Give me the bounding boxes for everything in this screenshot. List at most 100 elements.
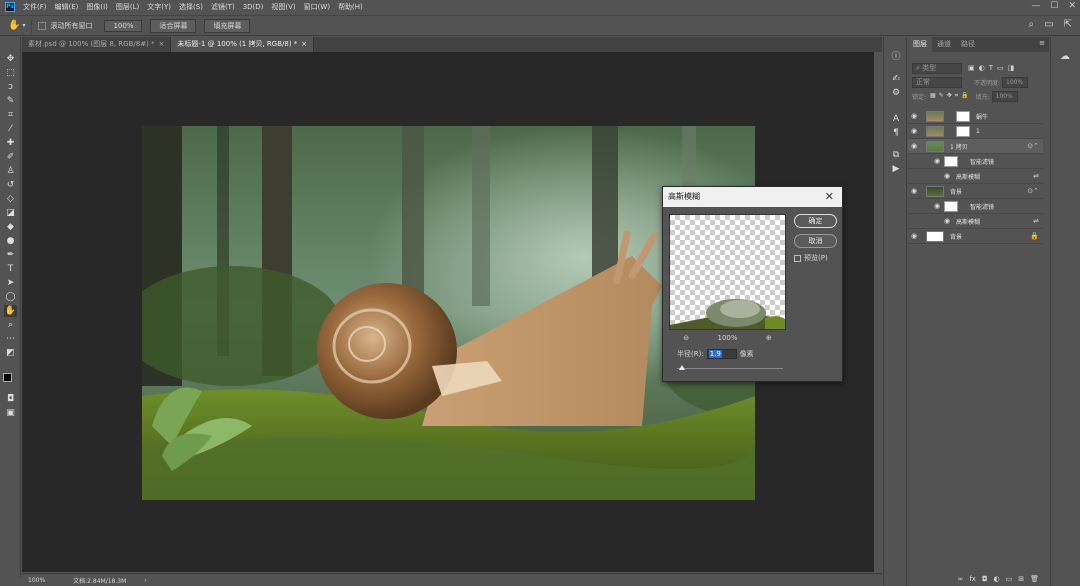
close-icon[interactable]: × bbox=[159, 40, 165, 48]
blend-mode-select[interactable]: 正常 bbox=[912, 76, 962, 88]
fx-icon[interactable]: fx bbox=[969, 575, 976, 583]
menu-type[interactable]: 文字(Y) bbox=[147, 2, 171, 12]
hand-tool-icon[interactable]: ✋ bbox=[8, 20, 20, 31]
layer-row[interactable]: ◉ 1 bbox=[908, 124, 1043, 139]
radius-slider-thumb[interactable] bbox=[679, 365, 685, 370]
radius-slider[interactable] bbox=[677, 365, 783, 370]
clone-source-icon[interactable]: ⧉ bbox=[890, 149, 902, 161]
brush-settings-icon[interactable]: ✍ bbox=[890, 73, 902, 85]
dodge-tool-icon[interactable]: ● bbox=[4, 235, 17, 247]
eye-icon[interactable]: ◉ bbox=[911, 232, 919, 240]
adjustments-icon[interactable]: ⚙ bbox=[890, 87, 902, 99]
smart-filter-row[interactable]: ◉ 智能滤镜 bbox=[908, 199, 1043, 214]
eraser-tool-icon[interactable]: ◇ bbox=[4, 193, 17, 205]
layer-row[interactable]: ◉ 背景 🔒 bbox=[908, 229, 1043, 244]
zoom-tool-icon[interactable]: ⌕ bbox=[4, 319, 17, 331]
filter-icons[interactable]: ▣◐T▭◨ bbox=[968, 64, 1018, 72]
paragraph-icon[interactable]: ¶ bbox=[890, 127, 902, 139]
zoom-level[interactable]: 100% bbox=[28, 577, 45, 584]
fill-screen-button[interactable]: 填充屏幕 bbox=[204, 18, 251, 33]
lock-icons[interactable]: ▦✎✥⌗🔒 bbox=[930, 92, 972, 100]
filter-row[interactable]: ◉ 高斯模糊 ⇌ bbox=[908, 214, 1043, 229]
quick-mask-icon[interactable]: ◘ bbox=[4, 393, 17, 405]
default-colors-icon[interactable]: ◩ bbox=[4, 347, 17, 359]
tab-channels[interactable]: 通道 bbox=[932, 37, 956, 52]
layer-mask-thumbnail[interactable] bbox=[956, 110, 970, 122]
layer-row[interactable]: ◉ 蜗牛 bbox=[908, 109, 1043, 124]
chevron-down-icon[interactable]: ▾ bbox=[22, 22, 25, 29]
search-icon[interactable]: ⌕ bbox=[1029, 19, 1035, 30]
filter-mask-thumbnail[interactable] bbox=[944, 200, 958, 212]
zoom-100-button[interactable]: 100% bbox=[104, 19, 143, 32]
menu-help[interactable]: 帮助(H) bbox=[338, 2, 363, 12]
layer-kind-filter[interactable]: ⌕ 类型 bbox=[912, 62, 962, 74]
scroll-all-checkbox[interactable] bbox=[38, 21, 47, 30]
eye-icon[interactable]: ◉ bbox=[911, 127, 919, 135]
menu-edit[interactable]: 编辑(E) bbox=[55, 2, 79, 12]
layer-row[interactable]: ◉ 背景 ⊙⌃ bbox=[908, 184, 1043, 199]
layer-mask-thumbnail[interactable] bbox=[956, 125, 970, 137]
menu-window[interactable]: 窗口(W) bbox=[304, 2, 330, 12]
move-tool-icon[interactable]: ✥ bbox=[4, 53, 17, 65]
close-window-button[interactable]: ✕ bbox=[1068, 1, 1076, 12]
eye-icon[interactable]: ◉ bbox=[944, 217, 952, 225]
radius-input[interactable]: 1.9 bbox=[706, 349, 737, 359]
filter-row[interactable]: ◉ 高斯模糊 ⇌ bbox=[908, 169, 1043, 184]
hand-tool-icon[interactable]: ✋ bbox=[4, 305, 17, 317]
actions-play-icon[interactable]: ▶ bbox=[890, 163, 902, 175]
ellipse-tool-icon[interactable]: ◯ bbox=[4, 291, 17, 303]
add-mask-icon[interactable]: ◘ bbox=[982, 575, 988, 583]
character-icon[interactable]: A bbox=[890, 113, 902, 125]
share-icon[interactable]: ⇱ bbox=[1064, 19, 1072, 30]
cancel-button[interactable]: 取消 bbox=[794, 234, 837, 248]
tab-layers[interactable]: 图层 bbox=[908, 37, 932, 52]
path-select-icon[interactable]: ➤ bbox=[4, 277, 17, 289]
filter-options-icon[interactable]: ⇌ bbox=[1033, 172, 1039, 180]
preview-checkbox[interactable] bbox=[794, 254, 801, 262]
screen-mode-icon[interactable]: ▣ bbox=[4, 407, 17, 419]
blur-tool-icon[interactable]: ◆ bbox=[4, 221, 17, 233]
history-brush-icon[interactable]: ↺ bbox=[4, 179, 17, 191]
fill-input[interactable]: 100% bbox=[991, 90, 1018, 102]
panel-menu-icon[interactable]: ≡ bbox=[1039, 39, 1045, 47]
menu-view[interactable]: 视图(V) bbox=[271, 2, 295, 12]
close-icon[interactable]: × bbox=[301, 40, 307, 48]
foreground-color-swatch[interactable] bbox=[3, 373, 12, 382]
eye-icon[interactable]: ◉ bbox=[944, 172, 952, 180]
type-tool-icon[interactable]: T bbox=[4, 263, 17, 275]
fit-screen-button[interactable]: 适合屏幕 bbox=[150, 18, 197, 33]
marquee-tool-icon[interactable]: ⬚ bbox=[4, 67, 17, 79]
menu-layer[interactable]: 图层(L) bbox=[116, 2, 139, 12]
tab-document-1[interactable]: 素材.psd @ 100% (图层 8, RGB/8#) * × bbox=[22, 37, 172, 52]
layer-row-selected[interactable]: ◉ 1 拷贝 ⊙⌃ bbox=[908, 139, 1043, 154]
brush-tool-icon[interactable]: ✐ bbox=[4, 151, 17, 163]
new-layer-icon[interactable]: ⊞ bbox=[1018, 575, 1024, 583]
crop-tool-icon[interactable]: ⌗ bbox=[4, 109, 17, 121]
eye-icon[interactable]: ◉ bbox=[911, 187, 919, 195]
stamp-tool-icon[interactable]: ♙ bbox=[4, 165, 17, 177]
blur-preview[interactable] bbox=[669, 214, 786, 330]
new-group-icon[interactable]: ▭ bbox=[1006, 575, 1013, 583]
eye-icon[interactable]: ◉ bbox=[911, 112, 919, 120]
pen-tool-icon[interactable]: ✒ bbox=[4, 249, 17, 261]
tab-document-2[interactable]: 未标题-1 @ 100% (1 拷贝, RGB/8) * × bbox=[171, 37, 315, 52]
eye-icon[interactable]: ◉ bbox=[934, 157, 942, 165]
menu-select[interactable]: 选择(S) bbox=[179, 2, 203, 12]
menu-3d[interactable]: 3D(D) bbox=[243, 3, 264, 11]
libraries-icon[interactable]: ☁ bbox=[1060, 51, 1070, 62]
smart-filter-row[interactable]: ◉ 智能滤镜 bbox=[908, 154, 1043, 169]
opacity-input[interactable]: 100% bbox=[1002, 76, 1029, 88]
tab-paths[interactable]: 路径 bbox=[956, 37, 980, 52]
delete-layer-icon[interactable]: 🗑 bbox=[1030, 575, 1039, 583]
menu-image[interactable]: 图像(I) bbox=[86, 2, 108, 12]
menu-file[interactable]: 文件(F) bbox=[23, 2, 47, 12]
healing-tool-icon[interactable]: ✚ bbox=[4, 137, 17, 149]
zoom-out-icon[interactable]: ⊖ bbox=[683, 334, 689, 342]
eye-icon[interactable]: ◉ bbox=[934, 202, 942, 210]
zoom-in-icon[interactable]: ⊕ bbox=[766, 334, 772, 342]
eyedropper-tool-icon[interactable]: ⁄ bbox=[4, 123, 17, 135]
filter-options-icon[interactable]: ⇌ bbox=[1033, 217, 1039, 225]
minimize-button[interactable]: — bbox=[1031, 1, 1040, 12]
filter-mask-thumbnail[interactable] bbox=[944, 155, 958, 167]
status-menu-arrow[interactable]: › bbox=[144, 577, 146, 584]
